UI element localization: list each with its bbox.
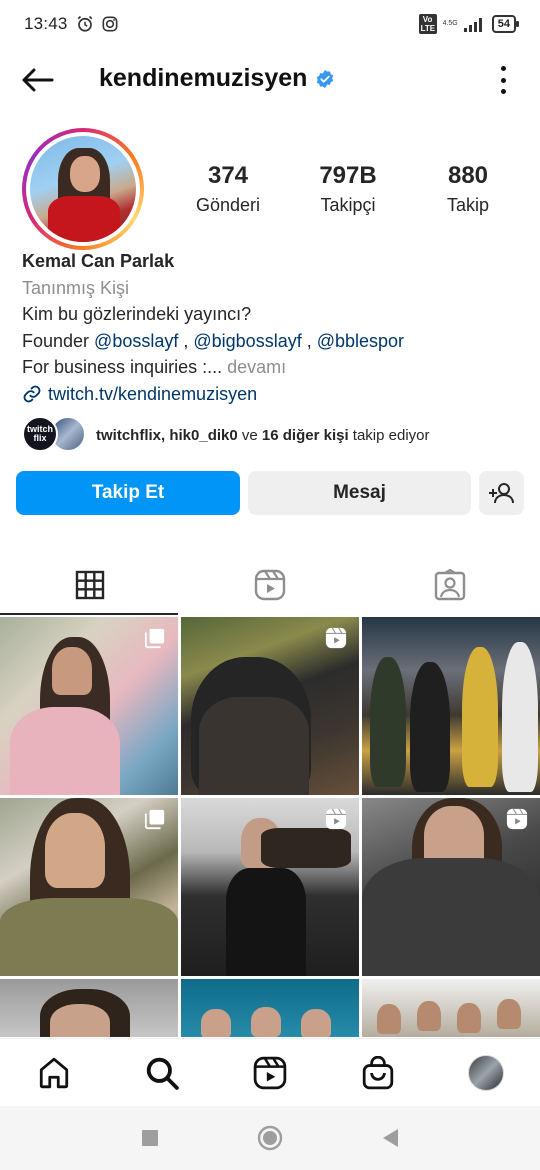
link-icon [23,385,41,403]
mention-bblespor[interactable]: @bblespor [317,331,404,351]
post-thumbnail[interactable] [362,798,540,976]
profile-avatar [30,136,136,242]
followed-by-row[interactable]: twitch flix twitchflix, hik0_dik0 ve 16 … [22,416,532,454]
profile-avatar [468,1055,504,1091]
profile-username: kendinemuzisyen [99,64,335,93]
website-link-text: twitch.tv/kendinemuzisyen [48,383,258,404]
post-thumbnail[interactable] [181,979,359,1037]
volte-badge: Vo LTE [418,14,437,34]
more-dot-icon [500,66,506,71]
post-thumbnail[interactable] [362,617,540,795]
profile-stats: 374 Gönderi 797B Takipçi 880 Takip [168,160,528,218]
bio-more-link[interactable]: devamı [227,357,286,377]
alarm-icon [77,15,92,32]
mutual-followers-avatars: twitch flix [22,416,86,454]
reels-icon [254,569,286,601]
carousel-icon [144,628,165,649]
reel-icon [325,808,347,830]
tab-reels[interactable] [180,555,360,615]
status-bar: 13:43 Vo LTE 4.5G 54 [0,0,540,48]
profile-bio: Kemal Can Parlak Tanınmış Kişi Kim bu gö… [22,248,522,407]
add-person-icon [488,483,514,504]
bottom-navigation [0,1038,540,1106]
profile-website-link[interactable]: twitch.tv/kendinemuzisyen [22,381,522,408]
stat-following-value: 880 [447,162,489,189]
grid-icon [75,570,105,600]
nav-home[interactable] [0,1039,108,1107]
bio-founder-line: Founder @bosslayf , @bigbosslayf , @bble… [22,330,405,351]
profile-tabs [0,555,540,615]
reels-icon [253,1056,287,1090]
triangle-back-icon [383,1129,398,1147]
recents-button[interactable] [90,1106,210,1170]
post-thumbnail[interactable] [181,798,359,976]
status-time: 13:43 [24,14,68,33]
profile-avatar-story-ring[interactable] [22,128,144,250]
circle-icon [257,1125,283,1151]
square-icon [142,1130,158,1146]
bio-business-line: For business inquiries :... devamı [22,354,522,381]
profile-actions: Takip Et Mesaj [16,471,524,515]
stat-posts[interactable]: 374 Gönderi [168,160,288,218]
tab-tagged[interactable] [360,555,540,615]
follow-button[interactable]: Takip Et [16,471,240,515]
back-arrow-icon [22,68,54,92]
more-dot-icon [500,89,506,94]
stat-followers-label: Takipçi [320,195,376,215]
suggested-users-button[interactable] [479,471,524,515]
posts-grid [0,617,540,1037]
bio-founder-prefix: Founder [22,330,95,351]
back-system-button[interactable] [330,1106,450,1170]
mention-bosslayf[interactable]: @bosslayf [94,331,178,351]
profile-header: kendinemuzisyen [0,52,540,108]
stat-followers-value: 797B [319,162,377,189]
tagged-icon [434,569,466,601]
bio-line: Kim bu gözlerindeki yayıncı? [22,304,252,324]
carousel-icon [144,809,165,830]
home-system-button[interactable] [210,1106,330,1170]
post-thumbnail[interactable] [0,798,178,976]
twitchflix-avatar: twitch flix [22,416,58,452]
nav-profile[interactable] [432,1039,540,1107]
mention-bigbosslayf[interactable]: @bigbosslayf [193,331,301,351]
reel-icon [506,808,528,830]
message-button[interactable]: Mesaj [248,471,471,515]
profile-category: Tanınmış Kişi [22,277,130,298]
nav-reels[interactable] [216,1039,324,1107]
battery-indicator: 54 [491,15,520,33]
back-button[interactable] [20,64,56,96]
stat-following-label: Takip [446,195,490,215]
stat-followers[interactable]: 797B Takipçi [288,160,408,218]
stat-posts-value: 374 [207,162,249,189]
stat-posts-label: Gönderi [195,195,261,215]
search-icon [146,1057,179,1090]
post-thumbnail[interactable] [0,617,178,795]
post-thumbnail[interactable] [362,979,540,1037]
more-dot-icon [500,77,506,83]
reel-icon [325,627,347,649]
nav-search[interactable] [108,1039,216,1107]
nav-shop[interactable] [324,1039,432,1107]
more-options-button[interactable] [498,66,508,94]
followed-by-text: twitchflix, hik0_dik0 ve 16 diğer kişi t… [96,426,430,444]
system-navigation-bar [0,1106,540,1170]
post-thumbnail[interactable] [0,979,178,1037]
tab-posts-grid[interactable] [0,555,180,615]
network-type: 4.5G [442,20,458,27]
bio-business-text: For business inquiries :... [22,357,223,377]
shop-icon [362,1056,394,1090]
stat-following[interactable]: 880 Takip [408,160,528,218]
profile-full-name: Kemal Can Parlak [22,251,175,271]
instagram-notification-icon [102,16,118,32]
post-thumbnail[interactable] [181,617,359,795]
username-text: kendinemuzisyen [99,64,308,92]
signal-icon [463,18,482,32]
home-icon [39,1057,69,1089]
verified-badge-icon [317,69,334,88]
